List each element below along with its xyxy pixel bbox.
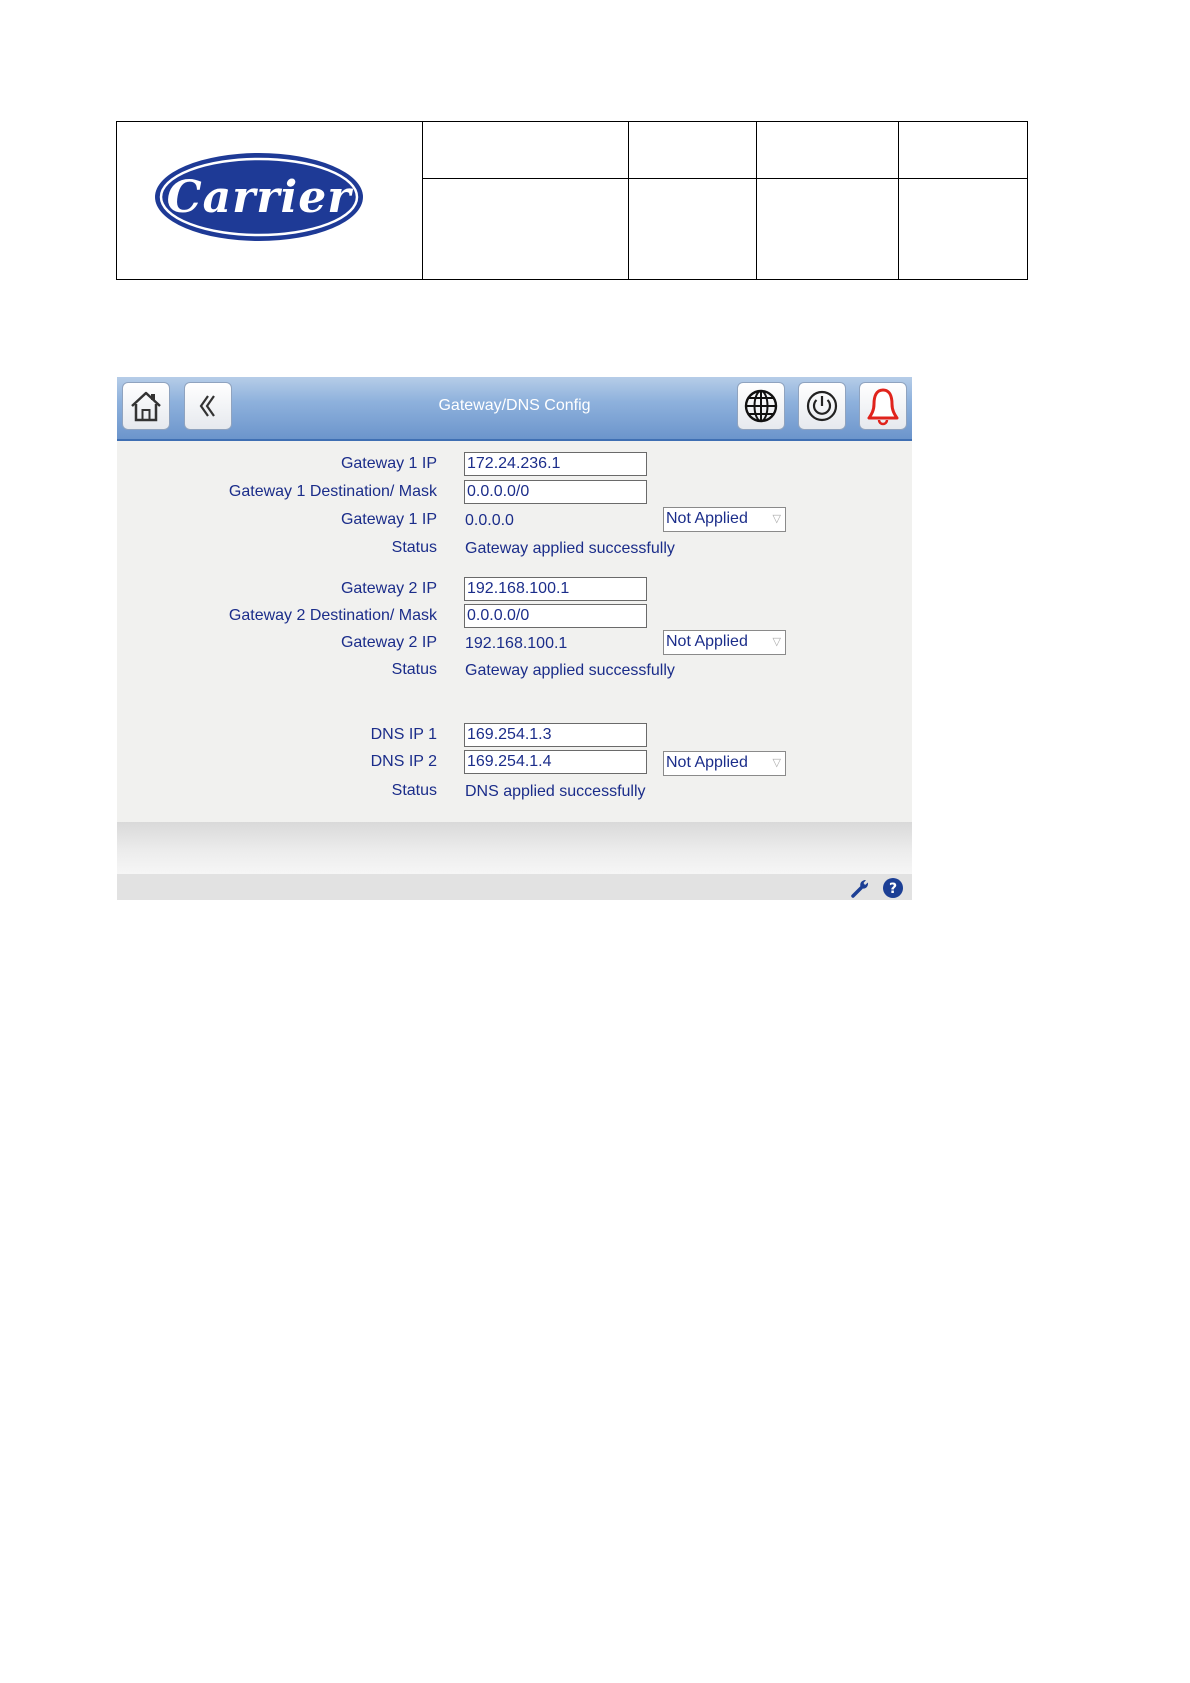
svg-text:?: ?: [889, 881, 897, 897]
help-icon[interactable]: ?: [882, 877, 904, 899]
gateway1-ip-label: Gateway 1 IP: [340, 455, 437, 472]
gateway1-status-value: Gateway applied successfully: [465, 540, 675, 557]
dns-ip1-input[interactable]: [464, 723, 647, 747]
home-button[interactable]: [122, 382, 170, 430]
config-form: Gateway 1 IP Gateway 1 Destination/ Mask…: [117, 441, 912, 826]
title-bar: Gateway/DNS Config: [117, 377, 912, 441]
gateway1-mask-label: Gateway 1 Destination/ Mask: [228, 483, 437, 500]
gateway1-applied-label: Gateway 1 IP: [340, 511, 437, 528]
dns-apply-select-value: Not Applied: [666, 754, 748, 771]
gateway2-apply-select-value: Not Applied: [666, 633, 748, 650]
dns-status-value: DNS applied successfully: [465, 783, 646, 800]
dropdown-arrow-icon: ▽: [772, 513, 781, 525]
back-button[interactable]: [184, 382, 232, 430]
gateway2-mask-input[interactable]: [464, 604, 647, 628]
gateway1-applied-value: 0.0.0.0: [465, 512, 514, 529]
logo-text: Carrier: [167, 172, 354, 223]
globe-icon: [744, 389, 778, 423]
gateway2-apply-select[interactable]: Not Applied ▽: [663, 630, 786, 655]
logo-cell: Carrier: [116, 121, 423, 280]
gateway2-status-value: Gateway applied successfully: [465, 662, 675, 679]
header-cell: [422, 121, 629, 179]
gateway1-apply-select-value: Not Applied: [666, 510, 748, 527]
gateway1-apply-select[interactable]: Not Applied ▽: [663, 507, 786, 532]
bottom-bar: ?: [117, 874, 912, 900]
gateway2-status-label: Status: [391, 661, 437, 678]
gateway2-ip-label: Gateway 2 IP: [340, 580, 437, 597]
header-cell: [756, 121, 899, 179]
header-cell: [628, 178, 757, 280]
header-cell: [898, 121, 1028, 179]
gateway-dns-config-screen: Gateway/DNS Config Gateway 1 IP 172.24.2…: [117, 377, 912, 900]
gateway1-mask-input[interactable]: [464, 480, 647, 504]
wrench-icon[interactable]: [849, 877, 871, 899]
dns-ip2-label: DNS IP 2: [370, 753, 437, 770]
alarm-button[interactable]: [859, 382, 907, 430]
header-cell: [422, 178, 629, 280]
footer-band: [117, 822, 912, 874]
dns-apply-select[interactable]: Not Applied ▽: [663, 751, 786, 776]
power-button[interactable]: [798, 382, 846, 430]
gateway1-ip-input[interactable]: [464, 452, 647, 476]
gateway2-applied-value: 192.168.100.1: [465, 635, 568, 652]
gateway2-ip-input[interactable]: [464, 577, 647, 601]
double-chevron-left-icon: [199, 395, 215, 417]
dropdown-arrow-icon: ▽: [772, 636, 781, 648]
network-button[interactable]: [737, 382, 785, 430]
dropdown-arrow-icon: ▽: [772, 757, 781, 769]
gateway1-status-label: Status: [391, 539, 437, 556]
dns-ip2-input[interactable]: [464, 750, 647, 774]
power-icon: [806, 390, 838, 422]
home-icon: [131, 391, 161, 422]
bell-icon: [867, 388, 899, 426]
dns-status-label: Status: [391, 782, 437, 799]
gateway2-mask-label: Gateway 2 Destination/ Mask: [228, 607, 437, 624]
screen-title: Gateway/DNS Config: [438, 397, 591, 414]
document-header-table: Carrier: [116, 121, 1028, 280]
header-cell: [628, 121, 757, 179]
dns-ip1-label: DNS IP 1: [370, 726, 437, 743]
header-cell: [756, 178, 899, 280]
gateway2-applied-label: Gateway 2 IP: [340, 634, 437, 651]
header-cell: [898, 178, 1028, 280]
carrier-logo: Carrier: [155, 153, 363, 241]
